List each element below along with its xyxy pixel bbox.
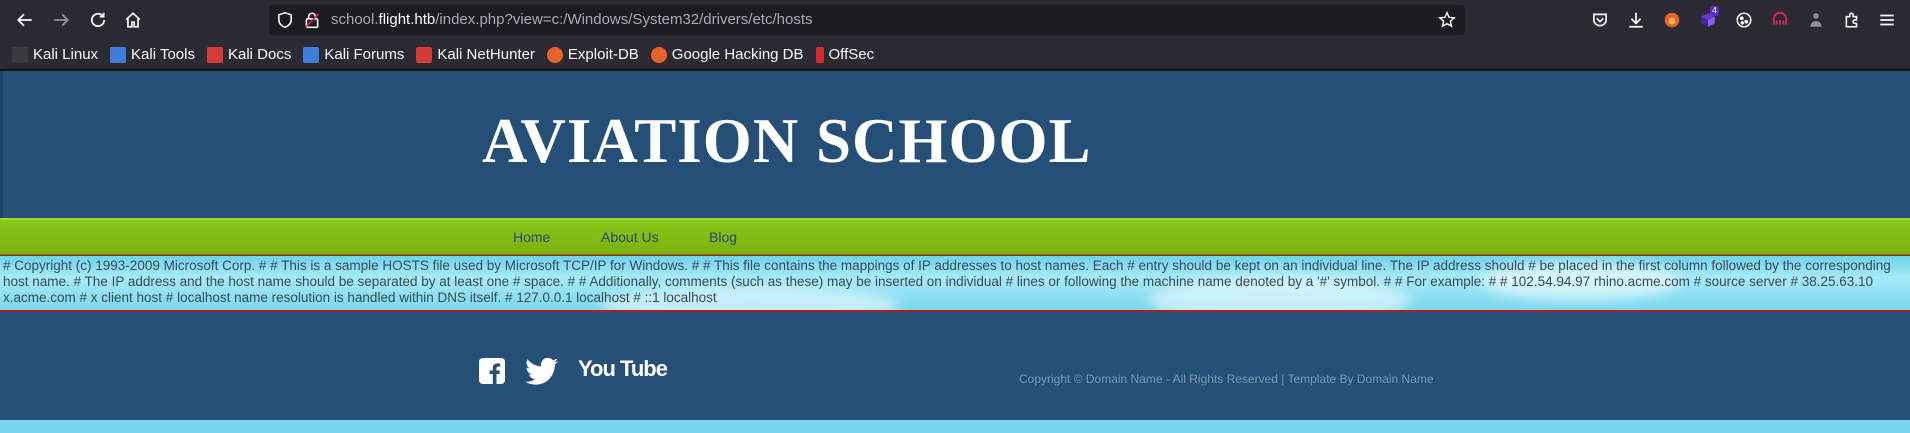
extensions-icon[interactable]: [1838, 6, 1866, 34]
home-icon[interactable]: [119, 6, 147, 34]
pocket-icon[interactable]: [1586, 6, 1614, 34]
bookmark-google-hacking-db[interactable]: Google Hacking DB: [650, 46, 804, 63]
lock-icon[interactable]: [303, 11, 321, 29]
site-nav: Home About Us Blog: [0, 218, 1910, 255]
bottom-strip: [0, 420, 1910, 433]
back-icon[interactable]: [11, 6, 39, 34]
offsec-icon: [815, 46, 824, 63]
facebook-icon[interactable]: [479, 358, 505, 388]
copyright-text: Copyright © Domain Name - All Rights Res…: [1019, 372, 1434, 386]
download-icon[interactable]: [1622, 6, 1650, 34]
hosts-file-text: # Copyright (c) 1993-2009 Microsoft Corp…: [3, 258, 1891, 305]
url-text[interactable]: school.flight.htb/index.php?view=c:/Wind…: [331, 11, 813, 28]
extension-fox-icon[interactable]: [1658, 6, 1686, 34]
bookmark-kali-nethunter[interactable]: Kali NetHunter: [416, 46, 535, 63]
bookmark-offsec[interactable]: OffSec: [815, 46, 874, 63]
bookmark-kali-tools[interactable]: Kali Tools: [110, 46, 195, 63]
shield-icon[interactable]: [276, 11, 294, 29]
extension-red-icon[interactable]: [1766, 6, 1794, 34]
bookmark-kali-linux[interactable]: Kali Linux: [12, 46, 98, 63]
extension-badge-icon[interactable]: 4: [1694, 6, 1722, 34]
exploit-db-icon: [546, 46, 563, 63]
nav-blog[interactable]: Blog: [709, 229, 737, 245]
twitter-icon[interactable]: [523, 357, 561, 390]
site-title: AVIATION SCHOOL: [482, 106, 1092, 176]
site-header: AVIATION SCHOOL: [0, 71, 1910, 218]
nav-home[interactable]: Home: [513, 229, 550, 245]
bookmarks-bar: Kali Linux Kali Tools Kali Docs Kali For…: [0, 40, 1910, 70]
kali-docs-icon: [206, 46, 223, 63]
web-page: AVIATION SCHOOL Home About Us Blog # Cop…: [0, 71, 1910, 433]
kali-linux-icon: [12, 46, 28, 63]
site-footer: You Tube Copyright © Domain Name - All R…: [0, 312, 1910, 420]
reload-icon[interactable]: [84, 6, 112, 34]
kali-tools-icon: [110, 46, 127, 63]
google-hacking-db-icon: [650, 46, 667, 63]
hosts-file-content: # Copyright (c) 1993-2009 Microsoft Corp…: [0, 255, 1910, 312]
forward-icon[interactable]: [47, 6, 75, 34]
cookie-icon[interactable]: [1730, 6, 1758, 34]
bookmark-kali-docs[interactable]: Kali Docs: [206, 46, 291, 63]
url-bar[interactable]: school.flight.htb/index.php?view=c:/Wind…: [269, 5, 1465, 35]
nav-about-us[interactable]: About Us: [601, 229, 659, 245]
kali-nethunter-icon: [416, 46, 433, 63]
bookmark-exploit-db[interactable]: Exploit-DB: [546, 46, 639, 63]
extension-gray-icon[interactable]: [1802, 6, 1830, 34]
bookmark-kali-forums[interactable]: Kali Forums: [303, 46, 404, 63]
menu-icon[interactable]: [1873, 6, 1901, 34]
youtube-icon[interactable]: You Tube: [578, 356, 668, 382]
browser-toolbar: school.flight.htb/index.php?view=c:/Wind…: [0, 0, 1910, 40]
extension-count-badge: 4: [1710, 6, 1720, 16]
kali-forums-icon: [303, 46, 320, 63]
star-icon[interactable]: [1438, 10, 1456, 29]
